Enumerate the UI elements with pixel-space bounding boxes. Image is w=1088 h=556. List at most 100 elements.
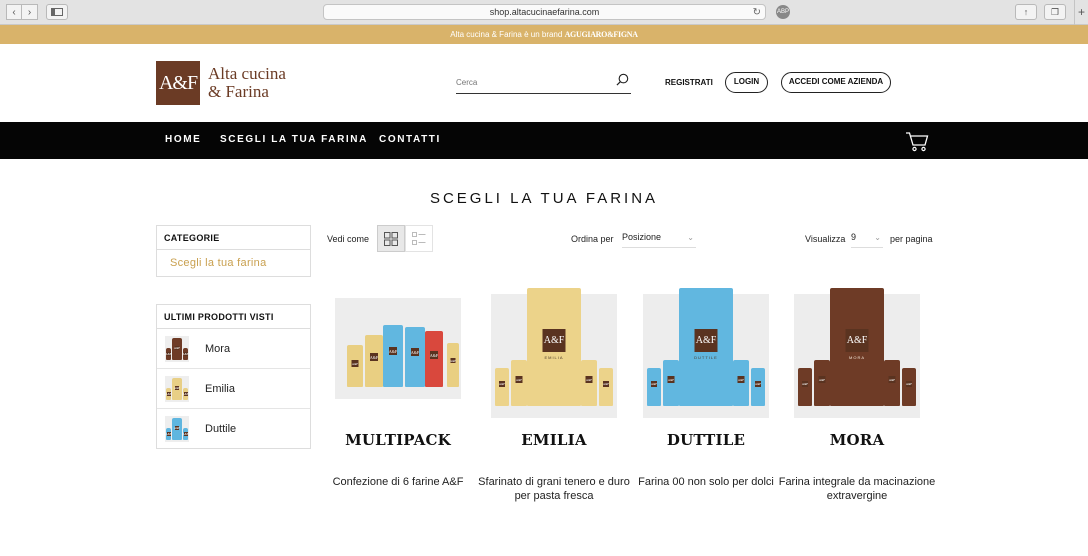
flour-bag-icon: A&F: [733, 360, 749, 406]
product-image[interactable]: A&F A&F A&F A&F A&F DUTTILE: [643, 288, 769, 418]
login-button[interactable]: LOGIN: [725, 72, 768, 93]
flour-bag-icon: A&F: [165, 347, 172, 360]
register-link[interactable]: REGISTRATI: [665, 78, 713, 87]
product-description: Sfarinato di grani tenero e duro per pas…: [478, 476, 630, 502]
brand-strip-logo[interactable]: AGUGIARO&FIGNA: [565, 30, 638, 39]
flour-bag-icon: A&F: [884, 360, 900, 406]
sort-select[interactable]: Posizione ⌄: [622, 232, 696, 248]
recent-item-name: Duttile: [205, 423, 237, 435]
categories-box: CATEGORIE Scegli la tua farina: [156, 225, 311, 277]
product-card-emilia[interactable]: A&F A&F A&F A&F A&F EMILIA EMILIA Sfarinato d…: [478, 281, 630, 502]
flour-bag-icon: A&F: [425, 331, 443, 387]
bag-label-text: MORA: [849, 355, 865, 360]
page-title: SCEGLI LA TUA FARINA: [429, 190, 659, 207]
bag-logo-icon: A&F: [429, 351, 439, 359]
share-icon[interactable]: ↑: [1015, 4, 1037, 20]
nav-item-home[interactable]: HOME: [165, 134, 201, 145]
grid-view-button[interactable]: [377, 225, 405, 252]
bag-logo-icon: A&F: [173, 345, 181, 350]
product-image[interactable]: A&F A&F A&F A&F A&F MORA: [794, 288, 920, 418]
product-name[interactable]: EMILIA: [484, 431, 624, 449]
forward-icon[interactable]: ›: [22, 4, 38, 20]
grid-icon: [384, 231, 398, 246]
nav-item-choose-flour[interactable]: SCEGLI LA TUA FARINA: [220, 134, 368, 145]
flour-bag-icon: A&F: [511, 360, 527, 406]
browser-toolbar: ‹ › shop.altacucinaefarina.com ↻ ABP ↑ ❐…: [0, 0, 1088, 25]
brand-strip-text: Alta cucina & Farina è un brand: [450, 30, 563, 39]
bag-logo-icon: A&F: [388, 347, 398, 355]
url-text: shop.altacucinaefarina.com: [489, 7, 600, 17]
categories-title: CATEGORIE: [157, 226, 310, 250]
flour-bag-icon: A&F: [647, 368, 661, 406]
bag-logo-icon: A&F: [845, 329, 869, 352]
recent-item[interactable]: A&F A&F A&F Emilia: [157, 369, 310, 409]
recent-item[interactable]: A&F A&F A&F Mora: [157, 329, 310, 369]
product-image[interactable]: A&F A&F A&F A&F A&F EMILIA: [491, 288, 617, 418]
recent-thumb: A&F A&F A&F: [165, 416, 189, 442]
product-name[interactable]: MULTIPACK: [328, 431, 468, 449]
flour-bag-icon: A&F: [581, 360, 597, 406]
flour-bag-icon: A&F: [902, 368, 916, 406]
product-name[interactable]: DUTTILE: [636, 431, 776, 449]
address-bar[interactable]: shop.altacucinaefarina.com ↻: [323, 4, 766, 20]
flour-bag-icon: A&F: [663, 360, 679, 406]
show-label: Visualizza: [805, 234, 846, 244]
cart-icon[interactable]: [905, 130, 929, 152]
new-tab-icon[interactable]: +: [1074, 0, 1088, 25]
bag-logo-icon: A&F: [173, 426, 181, 430]
back-icon[interactable]: ‹: [6, 4, 22, 20]
flour-bag-icon: A&F: [347, 345, 363, 387]
sidebar-toggle-icon[interactable]: [46, 4, 68, 20]
bag-logo-icon: A&F: [801, 381, 809, 387]
sort-label: Ordina per: [571, 234, 614, 244]
flour-bag-icon: A&F: [182, 428, 189, 440]
brand-strip: Alta cucina & Farina è un brand AGUGIARO…: [0, 25, 1088, 44]
bag-logo-icon: A&F: [542, 329, 566, 352]
flour-bag-icon: A&F: [172, 418, 182, 440]
product-card-mora[interactable]: A&F A&F A&F A&F A&F MORA MORA Farina integral…: [779, 281, 935, 502]
flour-bag-icon: A&F: [172, 377, 182, 400]
recent-item[interactable]: A&F A&F A&F Duttile: [157, 409, 310, 449]
per-page-select[interactable]: 9 ⌄: [851, 232, 883, 248]
search-icon[interactable]: [616, 73, 629, 86]
product-card-duttile[interactable]: A&F A&F A&F A&F A&F DUTTILE DUTTILE Farina 00…: [636, 281, 776, 488]
reload-icon[interactable]: ↻: [753, 6, 761, 20]
recent-thumb: A&F A&F A&F: [165, 375, 189, 402]
product-description: Confezione di 6 farine A&F: [332, 476, 464, 488]
recently-viewed-title: ULTIMI PRODOTTI VISTI: [157, 305, 310, 329]
flour-bag-icon: A&F: [182, 347, 189, 360]
bag-label-text: DUTTILE: [694, 355, 718, 360]
bag-logo-icon: A&F: [173, 385, 181, 390]
bag-logo-icon: A&F: [182, 391, 189, 396]
product-image[interactable]: A&F A&F A&F A&F A&F A&F: [335, 298, 461, 399]
flour-bag-icon: A&F: [165, 428, 172, 440]
view-as-label: Vedi come: [327, 234, 370, 244]
business-login-button[interactable]: ACCEDI COME AZIENDA: [781, 72, 891, 93]
product-description: Farina integrale da macinazione extraver…: [778, 476, 936, 502]
flour-bag-icon: A&F: [172, 337, 182, 360]
flour-bag-icon: A&F: [798, 368, 812, 406]
recent-item-name: Emilia: [205, 382, 235, 395]
bag-logo-icon: A&F: [602, 381, 610, 387]
site-logo[interactable]: A&F Alta cucina & Farina: [156, 61, 286, 105]
product-name[interactable]: MORA: [787, 431, 927, 449]
logo-line-2: & Farina: [208, 82, 269, 101]
bag-logo-icon: A&F: [351, 360, 359, 367]
category-link[interactable]: Scegli la tua farina: [157, 250, 310, 277]
bag-label-text: EMILIA: [544, 355, 564, 360]
recent-item-name: Mora: [205, 342, 231, 355]
site-header: A&F Alta cucina & Farina REGISTRATI LOGI…: [0, 44, 1088, 122]
nav-item-contacts[interactable]: CONTATTI: [379, 134, 441, 145]
search-input[interactable]: [456, 71, 606, 93]
bag-logo-icon: A&F: [667, 376, 675, 383]
flour-bag-icon: A&F MORA: [830, 288, 884, 406]
product-card-multipack[interactable]: A&F A&F A&F A&F A&F A&F MULTIPACK Confezione …: [328, 281, 468, 488]
main-nav: HOME SCEGLI LA TUA FARINA CONTATTI: [0, 122, 1088, 159]
tabs-overview-icon[interactable]: ❐: [1044, 4, 1066, 20]
list-view-button[interactable]: [405, 225, 433, 252]
adblock-extension-icon[interactable]: ABP: [776, 5, 790, 19]
flour-bag-icon: A&F DUTTILE: [679, 288, 733, 406]
flour-bag-icon: A&F: [405, 327, 425, 387]
flour-bag-icon: A&F: [165, 387, 172, 400]
flour-bag-icon: A&F: [447, 343, 459, 387]
